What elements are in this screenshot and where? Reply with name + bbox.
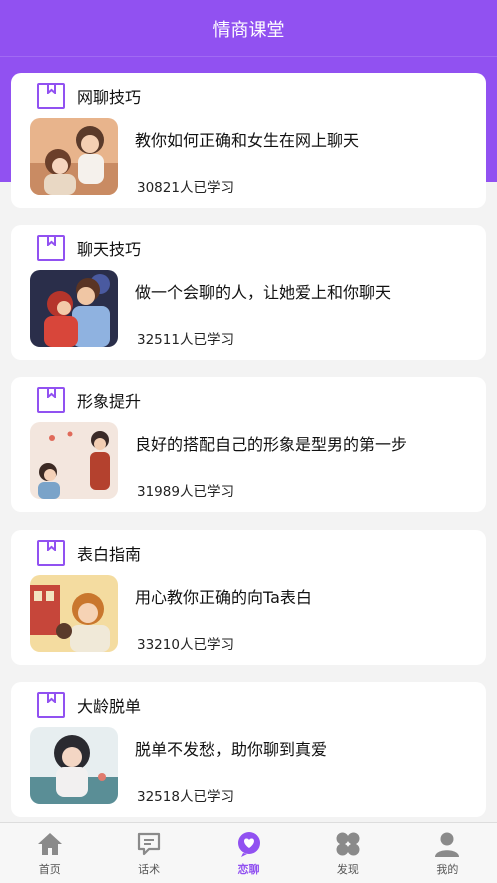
course-card[interactable]: 表白指南 用心教你正确的向Ta表白 33210人已学习 — [11, 530, 486, 665]
tab-label: 话术 — [138, 863, 161, 876]
course-card-header: 形象提升 — [37, 386, 141, 414]
learner-count: 33210人已学习 — [137, 637, 234, 653]
bookmark-icon — [37, 235, 65, 261]
course-thumbnail — [30, 727, 118, 804]
course-card-header: 聊天技巧 — [37, 234, 141, 262]
course-card[interactable]: 大龄脱单 脱单不发愁，助你聊到真爱 32518人已学习 — [11, 682, 486, 817]
page-header: 情商课堂 — [0, 0, 497, 58]
course-thumbnail — [30, 575, 118, 652]
course-thumbnail — [30, 118, 118, 195]
course-card[interactable]: 网聊技巧 教你如何正确和女生在网上聊天 30821人已学习 — [11, 73, 486, 208]
home-icon — [37, 833, 62, 855]
course-title: 网聊技巧 — [77, 88, 142, 107]
learner-count: 32511人已学习 — [137, 332, 234, 348]
course-description: 脱单不发愁，助你聊到真爱 — [135, 740, 328, 759]
course-title: 大龄脱单 — [77, 697, 142, 716]
course-title: 聊天技巧 — [77, 240, 142, 259]
course-description: 良好的搭配自己的形象是型男的第一步 — [135, 435, 408, 454]
bookmark-icon — [37, 540, 65, 566]
tab-label: 发现 — [336, 863, 359, 876]
heart-bubble-icon — [237, 832, 260, 857]
bookmark-icon — [37, 692, 65, 718]
course-title: 形象提升 — [77, 392, 142, 411]
tab-bar: 首页 话术 恋聊 发现 我的 — [0, 822, 497, 883]
course-card-header: 大龄脱单 — [37, 691, 141, 719]
tab-label: 首页 — [38, 863, 61, 876]
bookmark-icon — [37, 387, 65, 413]
bookmark-icon — [37, 83, 65, 109]
user-icon — [435, 832, 460, 857]
course-description: 做一个会聊的人，让她爱上和你聊天 — [135, 283, 392, 302]
course-thumbnail — [30, 422, 118, 499]
course-card[interactable]: 形象提升 良好的搭配自己的形象是型男的第一步 31989人已学习 — [11, 377, 486, 512]
clover-icon — [336, 832, 360, 856]
course-description: 教你如何正确和女生在网上聊天 — [135, 131, 360, 150]
course-description: 用心教你正确的向Ta表白 — [135, 588, 312, 607]
tab-home[interactable]: 首页 — [0, 823, 99, 883]
tab-profile[interactable]: 我的 — [398, 823, 497, 883]
course-card-header: 表白指南 — [37, 539, 141, 567]
course-card[interactable]: 聊天技巧 做一个会聊的人，让她爱上和你聊天 32511人已学习 — [11, 225, 486, 360]
course-card-header: 网聊技巧 — [37, 82, 141, 110]
tab-scripts[interactable]: 话术 — [99, 823, 198, 883]
course-thumbnail — [30, 270, 118, 347]
course-title: 表白指南 — [77, 545, 142, 564]
tab-label: 恋聊 — [237, 863, 260, 876]
learner-count: 31989人已学习 — [137, 484, 234, 500]
header-divider — [0, 56, 497, 57]
tab-label: 我的 — [436, 863, 459, 876]
page-title: 情商课堂 — [212, 20, 285, 41]
tab-discover[interactable]: 发现 — [298, 823, 397, 883]
learner-count: 32518人已学习 — [137, 789, 234, 805]
tab-love-chat[interactable]: 恋聊 — [199, 823, 298, 883]
learner-count: 30821人已学习 — [137, 180, 234, 196]
chat-icon — [138, 832, 161, 856]
